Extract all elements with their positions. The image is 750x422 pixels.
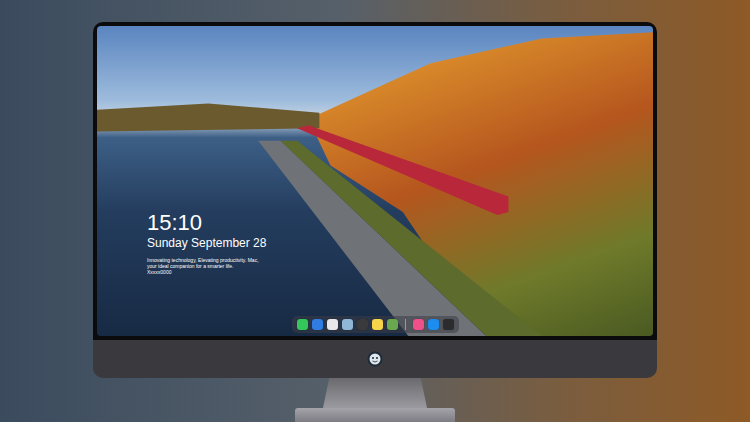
dock-app-icon[interactable] [327,319,338,330]
dock [292,316,459,333]
lock-clock: 15:10Sunday September 28 Innovating techn… [147,210,266,275]
dock-app-icon[interactable] [357,319,368,330]
dock-app-icon[interactable] [387,319,398,330]
dock-app-icon[interactable] [413,319,424,330]
mascot-logo-icon [367,351,383,367]
stand-base [295,408,455,422]
dock-app-icon[interactable] [297,319,308,330]
dock-area [97,316,653,333]
dock-app-icon[interactable] [312,319,323,330]
dock-separator [405,319,406,330]
dock-app-icon[interactable] [428,319,439,330]
screen-bezel: 15:10Sunday September 28 Innovating techn… [93,22,657,340]
time: 15:10 [147,210,266,236]
dock-app-icon[interactable] [342,319,353,330]
page: 15:10Sunday September 28 Innovating techn… [0,0,750,422]
monitor-chin [93,340,657,378]
dock-app-icon[interactable] [443,319,454,330]
wallpaper: 15:10Sunday September 28 Innovating techn… [97,26,653,336]
tagline: Innovating technology, Elevating product… [147,257,259,275]
stand-neck [323,378,427,408]
monitor: 15:10Sunday September 28 Innovating techn… [93,22,657,422]
dock-app-icon[interactable] [372,319,383,330]
date: Sunday September 28 [147,236,266,251]
